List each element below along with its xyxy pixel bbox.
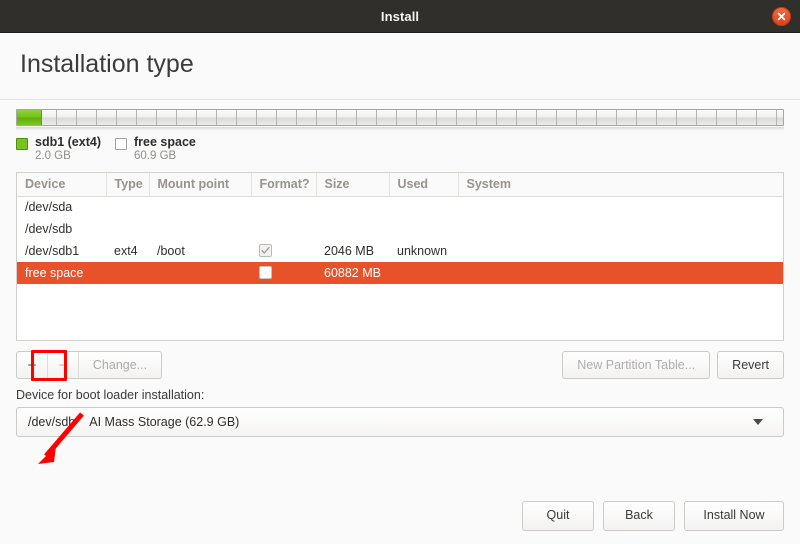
cell-mount-point: /boot bbox=[157, 244, 185, 259]
table-header-row: Device Type Mount point Format? Size Use… bbox=[17, 173, 783, 197]
partition-action-group: + − Change... bbox=[16, 351, 162, 380]
bootloader-label: Device for boot loader installation: bbox=[16, 388, 205, 403]
bootloader-device-value: /dev/sdb bbox=[28, 415, 76, 430]
partition-bar-track bbox=[16, 108, 784, 126]
cell-type bbox=[106, 196, 149, 218]
partition-bar-segment-sdb1[interactable] bbox=[17, 109, 42, 125]
install-now-button[interactable]: Install Now bbox=[684, 500, 784, 531]
table-row[interactable]: /dev/sdb bbox=[17, 218, 783, 240]
partition-table-element: Device Type Mount point Format? Size Use… bbox=[17, 173, 783, 285]
cell-size bbox=[316, 218, 389, 240]
back-button[interactable]: Back bbox=[603, 500, 675, 531]
column-header-size[interactable]: Size bbox=[316, 173, 390, 197]
partition-table[interactable]: Device Type Mount point Format? Size Use… bbox=[16, 172, 784, 342]
table-row[interactable]: /dev/sdb1 ext4/boot 2046 MB unknown bbox=[17, 240, 783, 262]
cell-device: /dev/sdb bbox=[25, 222, 73, 237]
cell-format bbox=[251, 196, 316, 218]
cell-device: /dev/sdb1 bbox=[25, 244, 80, 259]
check-icon bbox=[261, 247, 270, 254]
table-body: /dev/sda/dev/sdb/dev/sdb1 ext4/boot 2046 M… bbox=[17, 196, 783, 285]
install-window: Install Installation type sdb1 (ext4) 2.… bbox=[0, 0, 800, 544]
dialog-footer: Quit Back Install Now bbox=[0, 487, 800, 544]
bootloader-device-description: AI Mass Storage (62.9 GB) bbox=[89, 415, 240, 430]
close-glyph bbox=[777, 12, 786, 21]
cell-used: unknown bbox=[397, 244, 448, 259]
cell-size: 2046 MB bbox=[324, 244, 375, 259]
legend-item-sdb1: sdb1 (ext4) 2.0 GB bbox=[16, 135, 101, 164]
cell-mount-point bbox=[149, 196, 251, 218]
cell-system bbox=[458, 240, 783, 262]
cell-format bbox=[251, 218, 316, 240]
table-row[interactable]: free space 60882 MB bbox=[17, 262, 783, 285]
legend-swatch-icon bbox=[16, 137, 28, 150]
page-title: Installation type bbox=[20, 50, 194, 78]
change-partition-button: Change... bbox=[79, 352, 161, 378]
table-row[interactable]: /dev/sda bbox=[17, 196, 783, 218]
cell-format bbox=[251, 240, 316, 262]
cell-system bbox=[458, 218, 783, 240]
partition-bar-shadow bbox=[16, 126, 784, 131]
partition-legend: sdb1 (ext4) 2.0 GB free space 60.9 GB bbox=[16, 135, 784, 164]
add-partition-button[interactable]: + bbox=[17, 352, 48, 379]
cell-used bbox=[389, 262, 458, 285]
column-header-used[interactable]: Used bbox=[389, 173, 459, 197]
legend-size: 60.9 GB bbox=[134, 149, 177, 162]
partition-actions: + − Change... New Partition Table... Rev… bbox=[16, 350, 784, 382]
column-header-device[interactable]: Device bbox=[17, 173, 107, 197]
title-bar: Install bbox=[0, 0, 800, 33]
column-header-mount-point[interactable]: Mount point bbox=[149, 173, 252, 197]
close-icon[interactable] bbox=[772, 7, 791, 26]
cell-mount-point bbox=[149, 262, 251, 285]
revert-button[interactable]: Revert bbox=[717, 351, 784, 380]
legend-label: free space bbox=[134, 134, 196, 149]
legend-swatch-icon bbox=[115, 137, 127, 150]
cell-format bbox=[251, 262, 316, 285]
partition-bar-ticks bbox=[17, 109, 783, 125]
page-header: Installation type bbox=[0, 33, 800, 100]
legend-size: 2.0 GB bbox=[35, 149, 71, 162]
bootloader-device-select[interactable]: /dev/sdb AI Mass Storage (62.9 GB) bbox=[16, 407, 784, 438]
cell-device: /dev/sda bbox=[25, 200, 73, 215]
cell-mount-point bbox=[149, 218, 251, 240]
cell-type bbox=[106, 218, 149, 240]
cell-used bbox=[389, 218, 458, 240]
remove-partition-button: − bbox=[48, 352, 79, 379]
format-checkbox[interactable] bbox=[259, 266, 272, 280]
cell-system bbox=[458, 196, 783, 218]
cell-type bbox=[106, 262, 149, 285]
cell-system bbox=[458, 262, 783, 285]
partition-actions-right: New Partition Table... Revert bbox=[562, 351, 784, 380]
cell-used bbox=[389, 196, 458, 218]
quit-button[interactable]: Quit bbox=[522, 500, 594, 531]
cell-size: 60882 MB bbox=[316, 262, 389, 285]
cell-device: free space bbox=[17, 262, 106, 285]
legend-item-free-space: free space 60.9 GB bbox=[115, 135, 196, 164]
cell-type: ext4 bbox=[114, 244, 138, 259]
new-partition-table-button: New Partition Table... bbox=[562, 351, 711, 380]
column-header-format[interactable]: Format? bbox=[251, 173, 317, 197]
content-area: sdb1 (ext4) 2.0 GB free space 60.9 GB De… bbox=[0, 99, 800, 544]
partition-bar bbox=[16, 108, 784, 131]
column-header-type[interactable]: Type bbox=[106, 173, 150, 197]
legend-label: sdb1 (ext4) bbox=[35, 134, 101, 149]
chevron-down-icon bbox=[753, 419, 763, 426]
format-checkbox bbox=[259, 244, 272, 258]
column-header-system[interactable]: System bbox=[458, 173, 783, 197]
window-title: Install bbox=[380, 8, 420, 24]
cell-size bbox=[316, 196, 389, 218]
